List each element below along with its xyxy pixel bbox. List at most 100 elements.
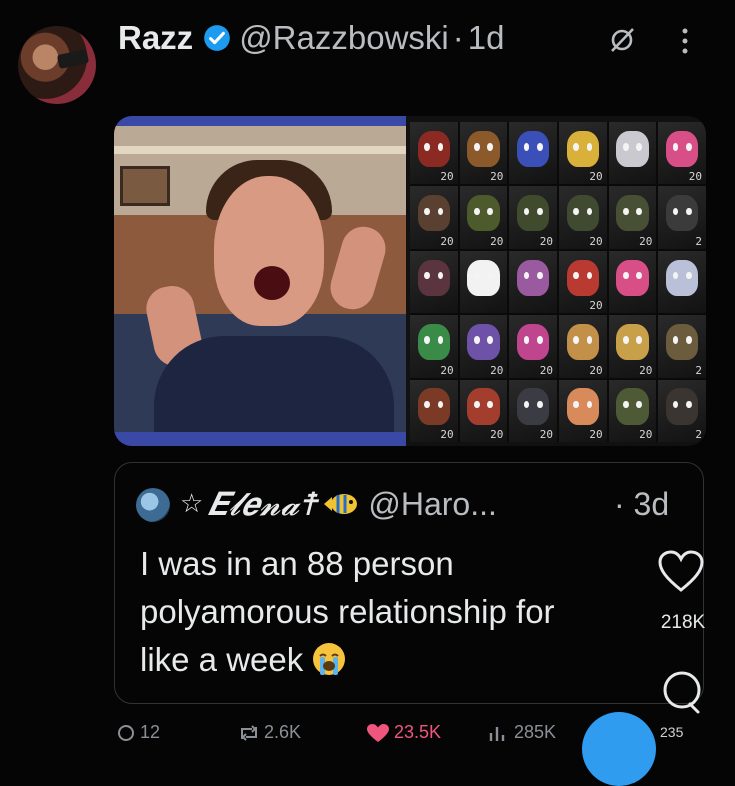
- character-tile: [608, 122, 657, 185]
- views-icon: [489, 726, 505, 741]
- character-grid[interactable]: 20 20 20 20 20 20 20 20 20 2 20 20 20 20 20 20 2 20 20 20 20…: [410, 122, 706, 442]
- character-eye: [437, 143, 444, 151]
- character-eye: [523, 143, 530, 151]
- extra-count: 235: [660, 724, 684, 740]
- quoted-display-name[interactable]: 𝑬𝓵𝒆𝓷𝓪☨: [207, 485, 316, 524]
- display-name[interactable]: Razz: [118, 19, 193, 57]
- reply-icon: [118, 724, 134, 741]
- character-eye: [487, 143, 494, 151]
- character-tile: 20: [559, 186, 607, 249]
- retweet-action[interactable]: 2.6K: [238, 722, 301, 743]
- character-eye: [487, 336, 494, 344]
- difficulty-number: 20: [688, 170, 702, 184]
- difficulty-number: 20: [639, 428, 653, 441]
- character-eye: [473, 400, 480, 409]
- character-head: [566, 130, 600, 167]
- character-head: [616, 195, 649, 232]
- shirt: [154, 336, 394, 446]
- character-eye: [672, 143, 679, 151]
- mute-icon[interactable]: [606, 24, 638, 56]
- comment-bubble-icon[interactable]: [658, 668, 706, 716]
- character-tile: 20: [459, 122, 508, 185]
- character-tile: 20: [608, 315, 657, 378]
- difficulty-number: 20: [589, 299, 603, 313]
- post-header: Razz @Razzbowski · 1d: [118, 16, 504, 60]
- character-eye: [685, 336, 692, 344]
- retweet-count: 2.6K: [264, 722, 302, 742]
- views-count: 285K: [514, 722, 557, 742]
- character-head: [467, 388, 500, 425]
- character-eye: [573, 207, 580, 216]
- character-tile: 2: [658, 315, 706, 378]
- difficulty-number: 20: [490, 363, 504, 377]
- character-head: [417, 130, 451, 167]
- quoted-handle[interactable]: @Haro...: [368, 486, 497, 523]
- character-tile: [658, 250, 706, 314]
- character-eye: [636, 207, 643, 216]
- difficulty-number: 20: [490, 234, 504, 248]
- quoted-text: I was in an 88 person polyamorous relati…: [140, 540, 640, 684]
- character-tile: [410, 250, 458, 314]
- reply-action[interactable]: 12: [116, 722, 160, 743]
- reply-count: 12: [140, 722, 161, 742]
- character-eye: [685, 207, 692, 216]
- difficulty-number: 20: [639, 363, 653, 377]
- difficulty-number: 20: [589, 170, 603, 184]
- character-eye: [536, 143, 543, 151]
- difficulty-number: 20: [589, 428, 603, 441]
- like-action[interactable]: 23.5K: [366, 722, 441, 743]
- character-tile: 20: [559, 315, 607, 378]
- character-tile: 20: [459, 315, 508, 378]
- character-head: [516, 130, 550, 167]
- character-head: [566, 195, 600, 232]
- views-action[interactable]: 285K: [488, 722, 556, 743]
- difficulty-number: 20: [490, 170, 504, 184]
- quoted-text-line: like a week: [140, 636, 640, 684]
- character-head: [665, 259, 699, 296]
- character-tile: 20: [559, 250, 607, 314]
- character-head: [516, 388, 550, 425]
- difficulty-number: 20: [639, 234, 653, 248]
- character-eye: [573, 143, 580, 151]
- reaction-gif[interactable]: [114, 116, 406, 446]
- retweet-icon: [241, 724, 257, 741]
- more-options-icon[interactable]: [680, 26, 690, 56]
- character-eye: [473, 143, 480, 151]
- character-tile: 20: [509, 379, 557, 442]
- character-eye: [622, 207, 629, 216]
- character-head: [467, 130, 500, 167]
- quoted-header: ☆ 𝑬𝓵𝒆𝓷𝓪☨ @Haro...: [180, 482, 497, 526]
- difficulty-number: 20: [589, 363, 603, 377]
- verified-badge-icon: [204, 25, 231, 51]
- post-time[interactable]: 1d: [468, 19, 505, 57]
- character-head: [516, 195, 550, 232]
- liked-heart-icon: [367, 723, 389, 742]
- like-heart-icon[interactable]: [656, 548, 706, 594]
- character-eye: [622, 272, 629, 280]
- character-head: [665, 323, 699, 361]
- quoted-time[interactable]: · 3d: [614, 482, 669, 526]
- difficulty-number: 20: [539, 363, 553, 377]
- character-eye: [536, 272, 543, 280]
- character-head: [417, 388, 451, 425]
- difficulty-number: 2: [695, 234, 702, 248]
- user-avatar[interactable]: [18, 26, 96, 104]
- character-tile: 20: [459, 186, 508, 249]
- star-icon: ☆: [180, 489, 204, 519]
- character-eye: [636, 336, 643, 344]
- character-eye: [424, 143, 431, 151]
- character-tile: 2: [658, 379, 706, 442]
- character-eye: [685, 400, 692, 409]
- character-head: [467, 259, 500, 296]
- quoted-avatar[interactable]: [136, 488, 170, 522]
- character-tile: 20: [509, 186, 557, 249]
- screaming-face: [214, 176, 324, 326]
- user-handle[interactable]: @Razzbowski: [239, 19, 449, 57]
- character-head: [616, 130, 649, 167]
- post-media[interactable]: 20 20 20 20 20 20 20 20 20 2 20 20 20 20 20 20 2 20 20 20 20…: [114, 116, 706, 446]
- compose-button[interactable]: [582, 712, 656, 786]
- difficulty-number: 20: [490, 428, 504, 441]
- character-head: [616, 388, 649, 425]
- quoted-text-line: polyamorous relationship for: [140, 593, 555, 630]
- character-tile: [509, 250, 557, 314]
